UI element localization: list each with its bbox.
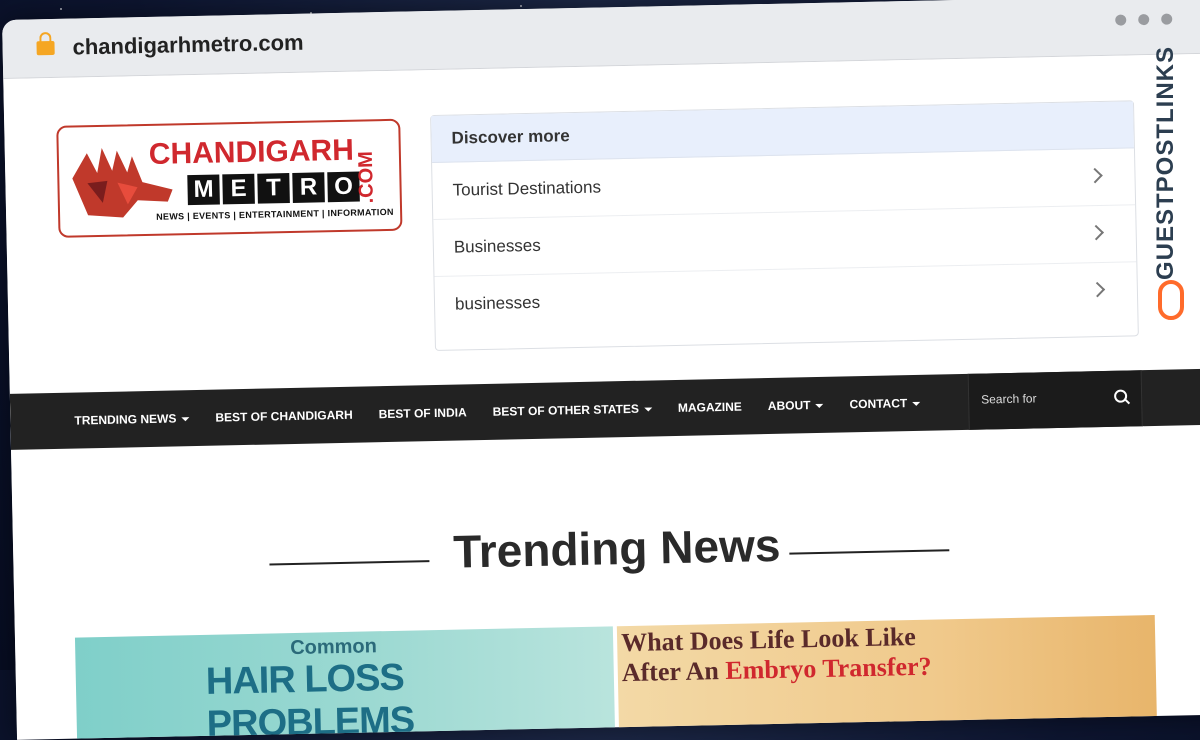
logo-letter: M [187, 174, 220, 206]
logo-letter: R [292, 172, 325, 203]
watermark-text: GUESTPOSTLINKS [1152, 45, 1179, 280]
nav-item-trending-news[interactable]: TRENDING NEWS [74, 411, 190, 428]
news-card[interactable]: What Does Life Look Like After An Embryo… [616, 614, 1158, 740]
title-divider-left [269, 560, 430, 566]
nav-item-best-of-other-states[interactable]: BEST OF OTHER STATES [492, 401, 652, 419]
card-image-text-part: After An [621, 655, 726, 688]
caret-down-icon [815, 403, 824, 408]
logo-letter: T [257, 173, 290, 204]
chevron-right-icon [1088, 224, 1104, 241]
chevron-right-icon [1089, 281, 1106, 298]
search-box [967, 370, 1143, 430]
nav-item-best-of-india[interactable]: BEST OF INDIA [379, 405, 467, 421]
link-icon [1158, 280, 1184, 320]
caret-down-icon [912, 401, 921, 406]
nav-item-best-of-chandigarh[interactable]: BEST OF CHANDIGARH [215, 408, 353, 425]
search-icon[interactable] [1113, 389, 1128, 403]
site-logo[interactable]: CHANDIGARH M E T R O .COM NEWS | EVENTS … [56, 118, 403, 238]
card-image-text-highlight: Embryo Transfer? [724, 651, 932, 685]
logo-metro-word: M E T R O [187, 171, 360, 206]
nav-item-about[interactable]: ABOUT [768, 398, 824, 413]
main-navigation: TRENDING NEWS BEST OF CHANDIGARH BEST OF I… [9, 368, 1200, 450]
nav-item-contact[interactable]: CONTACT [849, 396, 921, 412]
logo-letter: E [222, 173, 255, 205]
chevron-right-icon [1087, 167, 1103, 184]
logo-title: CHANDIGARH [148, 133, 355, 171]
title-divider-right [789, 549, 950, 555]
search-input[interactable] [978, 389, 1104, 408]
browser-window: chandigarhmetro.com CHANDIGARH M E T R O… [2, 0, 1200, 740]
nav-item-label: BEST OF OTHER STATES [492, 401, 640, 419]
window-dot-icon[interactable] [1115, 14, 1127, 26]
discover-item-label: businesses [454, 292, 541, 314]
nav-item-label: ABOUT [767, 398, 811, 414]
nav-item-label: CONTACT [849, 396, 908, 412]
news-card[interactable]: Common HAIR LOSS PROBLEMS [74, 626, 616, 740]
card-image-text: HAIR LOSS PROBLEMS [205, 656, 415, 740]
caret-down-icon [643, 407, 652, 412]
card-image-text: Common [289, 635, 378, 660]
discover-item-label: Businesses [453, 235, 541, 257]
discover-item-label: Tourist Destinations [452, 177, 602, 200]
window-dot-icon[interactable] [1138, 13, 1150, 26]
section-title: Trending News [452, 518, 781, 578]
website-page: CHANDIGARH M E T R O .COM NEWS | EVENTS … [3, 53, 1200, 740]
logo-com: .COM [354, 150, 378, 204]
window-controls [1115, 13, 1173, 26]
nav-item-magazine[interactable]: MAGAZINE [678, 400, 742, 415]
nav-item-label: TRENDING NEWS [74, 411, 177, 428]
nav-item-label: MAGAZINE [677, 399, 742, 415]
nav-item-label: BEST OF CHANDIGARH [215, 407, 353, 425]
nav-menu: TRENDING NEWS BEST OF CHANDIGARH BEST OF I… [74, 374, 947, 448]
lock-icon [36, 40, 55, 56]
guestpostlinks-watermark: GUESTPOSTLINKS [1152, 30, 1192, 330]
nav-item-label: BEST OF INDIA [378, 405, 467, 422]
window-dot-icon[interactable] [1161, 13, 1173, 25]
logo-tagline: NEWS | EVENTS | ENTERTAINMENT | INFORMAT… [156, 206, 394, 222]
address-bar-url[interactable]: chandigarhmetro.com [72, 30, 304, 61]
discover-more-panel: Discover more Tourist Destinations Busin… [430, 100, 1139, 352]
caret-down-icon [181, 416, 190, 422]
